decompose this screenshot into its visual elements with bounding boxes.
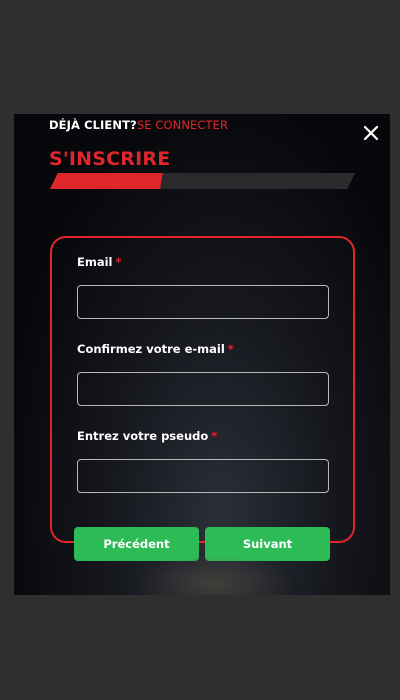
signup-modal: DÉJÀ CLIENT?SE CONNECTER S'INSCRIRE Emai… (14, 114, 390, 595)
previous-button[interactable]: Précédent (74, 527, 199, 561)
email-field[interactable] (77, 285, 329, 319)
signup-progress-bar (50, 173, 355, 189)
already-client-text: DÉJÀ CLIENT? (49, 118, 137, 132)
confirm-email-field[interactable] (77, 372, 329, 406)
next-button[interactable]: Suivant (205, 527, 330, 561)
login-prompt: DÉJÀ CLIENT?SE CONNECTER (49, 118, 228, 132)
progress-fill (50, 173, 163, 189)
login-link[interactable]: SE CONNECTER (137, 118, 228, 132)
required-asterisk: * (227, 342, 234, 356)
required-asterisk: * (211, 429, 218, 443)
email-label-text: Email (77, 255, 113, 269)
confirm-email-label: Confirmez votre e-mail * (77, 342, 234, 356)
username-label-text: Entrez votre pseudo (77, 429, 209, 443)
signup-form: Email * Confirmez votre e-mail * Entrez vo… (50, 236, 355, 543)
confirm-email-label-text: Confirmez votre e-mail (77, 342, 225, 356)
email-label: Email * (77, 255, 122, 269)
page-title: S'INSCRIRE (49, 148, 171, 170)
close-icon[interactable] (363, 125, 379, 141)
username-label: Entrez votre pseudo * (77, 429, 217, 443)
username-field[interactable] (77, 459, 329, 493)
required-asterisk: * (115, 255, 122, 269)
